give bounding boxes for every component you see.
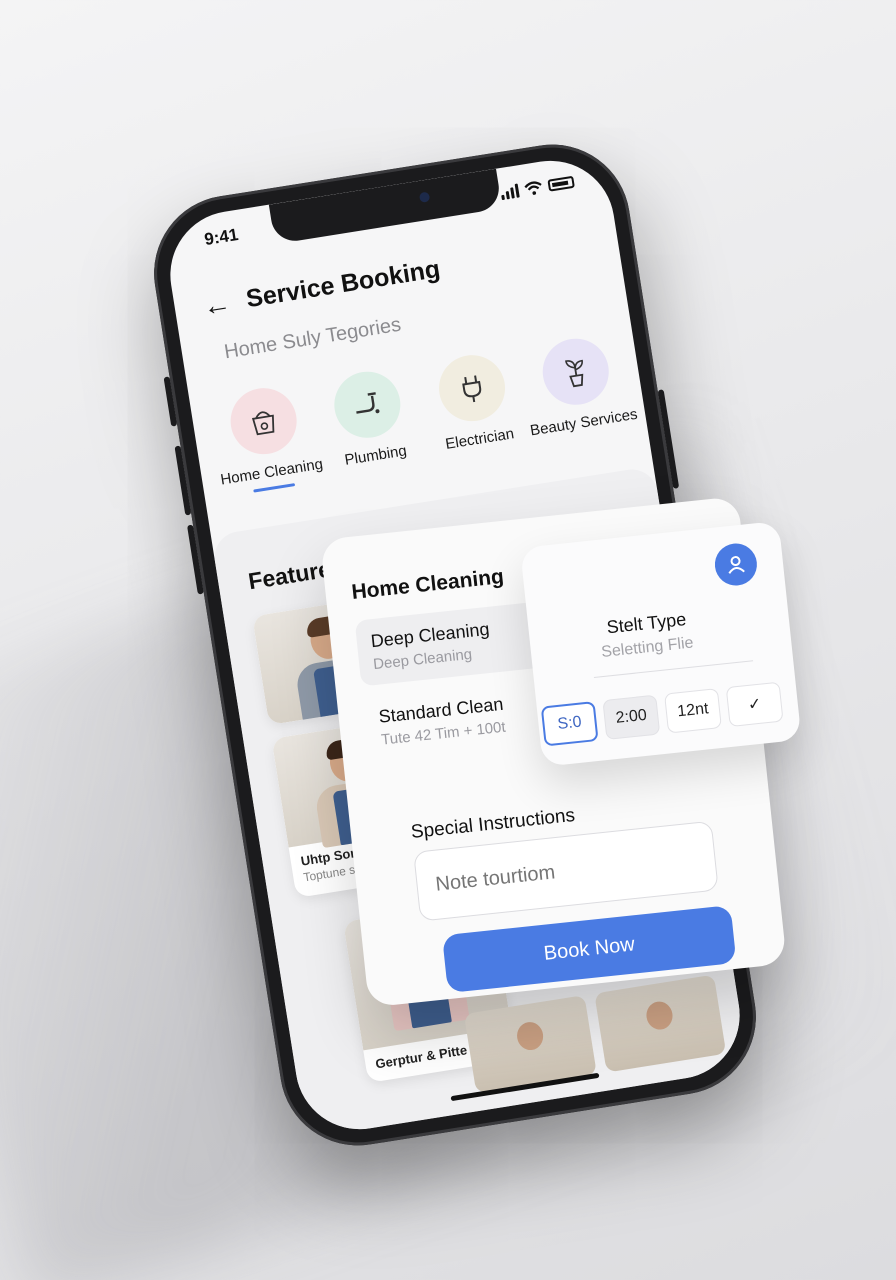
status-bar: 9:41 <box>203 171 576 251</box>
scene: 9:41 ← Service Booking Home Suly Tegorie… <box>0 0 896 1280</box>
page-title: Service Booking <box>244 254 443 314</box>
plant-pot-icon <box>537 333 614 410</box>
signal-icon <box>500 183 520 201</box>
status-icons <box>500 175 575 201</box>
volume-down-button <box>186 524 204 595</box>
time-select-card: Stelt Type Seletting Flie S:0 2:00 12nt … <box>520 520 802 767</box>
volume-up-button <box>174 445 192 516</box>
selected-underline <box>253 483 296 493</box>
category-home-cleaning[interactable]: Home Cleaning <box>207 380 326 497</box>
wifi-icon <box>524 181 542 195</box>
battery-icon <box>547 175 575 192</box>
select-type-subtitle: Seletting Flie <box>600 634 695 662</box>
category-plumbing[interactable]: Plumbing <box>311 364 430 481</box>
category-label: Electrician <box>444 425 516 453</box>
avatar[interactable] <box>712 541 759 588</box>
back-arrow-icon[interactable]: ← <box>200 287 233 322</box>
time-slot[interactable]: 2:00 <box>602 694 661 741</box>
check-icon[interactable]: ✓ <box>725 681 784 728</box>
status-time: 9:41 <box>203 224 240 250</box>
power-button <box>657 389 680 489</box>
time-slot[interactable]: 12nt <box>664 688 722 734</box>
side-button <box>163 376 178 427</box>
divider <box>593 660 754 678</box>
category-label: Home Cleaning <box>219 455 325 489</box>
category-label: Beauty Services <box>528 405 639 440</box>
time-slot[interactable]: S:0 <box>540 701 599 747</box>
user-icon <box>728 556 745 574</box>
categories-subtitle: Home Suly Tegories <box>222 313 403 364</box>
app-header: ← Service Booking <box>200 231 593 322</box>
category-electrician[interactable]: Electrician <box>415 347 534 464</box>
cleaning-bucket-icon <box>225 383 302 459</box>
select-type-title: Stelt Type <box>605 609 688 638</box>
plug-icon <box>433 350 510 426</box>
category-label: Plumbing <box>343 442 408 469</box>
booking-heading: Home Cleaning <box>350 565 505 604</box>
time-slot-list: S:0 2:00 12nt ✓ <box>540 681 784 747</box>
pipe-icon <box>329 366 406 443</box>
category-beauty-services[interactable]: Beauty Services <box>519 331 639 448</box>
